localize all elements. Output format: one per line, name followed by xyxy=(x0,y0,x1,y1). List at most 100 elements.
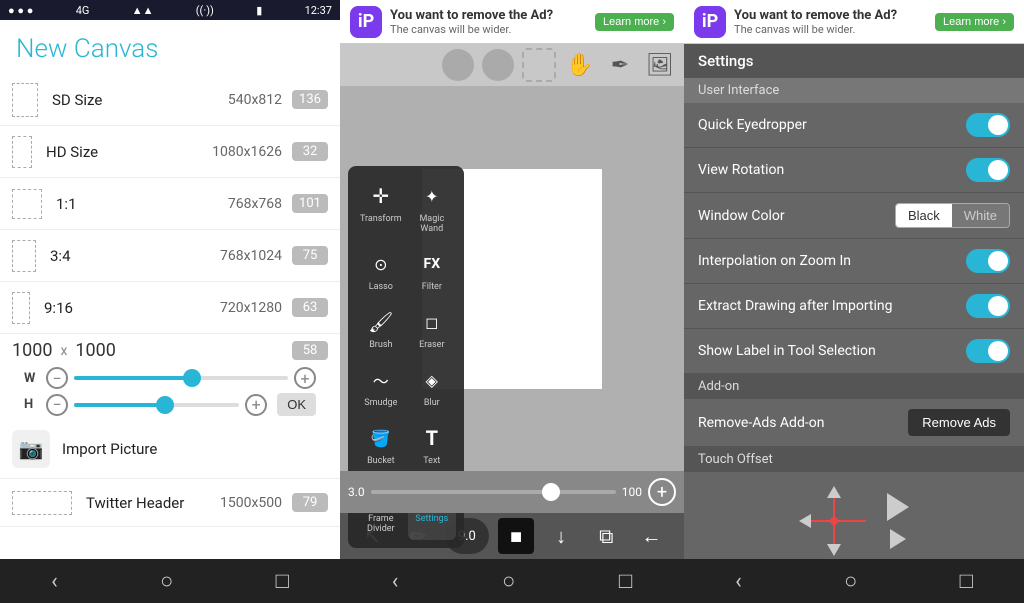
zoom-label: 3.0 xyxy=(348,485,365,499)
window-color-white-button[interactable]: White xyxy=(952,204,1009,227)
extract-drawing-toggle[interactable] xyxy=(966,294,1010,318)
magic-wand-tool[interactable]: ✦ Magic Wand xyxy=(408,174,456,240)
touch-offset-control[interactable] xyxy=(684,472,1024,559)
pen-tool-icon[interactable]: ✒ xyxy=(604,49,636,81)
home-button[interactable]: ○ xyxy=(144,564,189,598)
bucket-icon: 🪣 xyxy=(365,422,397,454)
width-increase-button[interactable]: + xyxy=(294,367,316,389)
canvas-size-list[interactable]: SD Size 540x812 136 HD Size 1080x1626 32… xyxy=(0,74,340,559)
canvas-drawing-area[interactable]: ✛ Transform ✦ Magic Wand ⊙ Lasso FX Filt… xyxy=(340,86,684,471)
height-increase-button[interactable]: + xyxy=(245,394,267,416)
import-label: Import Picture xyxy=(62,440,157,458)
up-arrow-icon xyxy=(827,486,841,498)
view-rotation-toggle[interactable] xyxy=(966,158,1010,182)
canvas-panel: iP You want to remove the Ad? The canvas… xyxy=(340,0,684,603)
magic-wand-label: Magic Wand xyxy=(412,214,452,234)
selection-icon[interactable] xyxy=(522,48,556,82)
ad-app-icon: iP xyxy=(350,6,382,38)
download-button[interactable]: ↓ xyxy=(543,518,579,554)
twitter-label: Twitter Header xyxy=(86,494,220,512)
magic-wand-icon: ✦ xyxy=(416,180,448,212)
list-item[interactable]: 3:4 768x1024 75 xyxy=(0,230,340,282)
back-button-2[interactable]: ‹ xyxy=(376,565,415,598)
extract-drawing-row: Extract Drawing after Importing xyxy=(684,284,1024,329)
undo-button[interactable] xyxy=(442,49,474,81)
back-button[interactable]: ‹ xyxy=(35,565,74,598)
size-badge: 136 xyxy=(292,90,328,109)
list-item[interactable]: HD Size 1080x1626 32 xyxy=(0,126,340,178)
list-item[interactable]: 1:1 768x768 101 xyxy=(0,178,340,230)
text-tool[interactable]: T Text xyxy=(408,416,456,472)
recent-apps-button[interactable]: □ xyxy=(260,564,305,598)
navigation-bar-2: ‹ ○ □ xyxy=(340,559,684,603)
remove-ads-button[interactable]: Remove Ads xyxy=(908,409,1010,436)
window-color-row: Window Color Black White xyxy=(684,193,1024,239)
blur-tool[interactable]: ◈ Blur xyxy=(408,358,456,414)
size-badge: 101 xyxy=(292,194,328,213)
recent-apps-button-3[interactable]: □ xyxy=(944,564,989,598)
status-bar: ● ● ● 4G ▲▲ ((·)) ▮ 12:37 xyxy=(0,0,340,20)
back-button-3[interactable]: ‹ xyxy=(719,565,758,598)
filter-tool[interactable]: FX Filter xyxy=(408,242,456,298)
crosshair-dot xyxy=(830,517,838,525)
height-decrease-button[interactable]: − xyxy=(46,394,68,416)
interpolation-toggle[interactable] xyxy=(966,249,1010,273)
hand-tool-icon[interactable]: ✋ xyxy=(564,49,596,81)
home-button-2[interactable]: ○ xyxy=(486,564,531,598)
list-item[interactable]: 9:16 720x1280 63 xyxy=(0,282,340,334)
right-arrow-small-icon xyxy=(890,529,906,549)
size-dimensions: 540x812 xyxy=(228,92,282,108)
size-badge: 32 xyxy=(292,142,328,161)
learn-more-button-3[interactable]: Learn more › xyxy=(935,13,1014,31)
smudge-icon: 〜 xyxy=(365,364,397,396)
window-color-selector[interactable]: Black White xyxy=(895,203,1010,228)
right-arrow-large-icon xyxy=(887,493,909,521)
size-dimensions: 1080x1626 xyxy=(212,144,282,160)
smudge-tool[interactable]: 〜 Smudge xyxy=(356,358,406,414)
twitter-header-item[interactable]: Twitter Header 1500x500 79 xyxy=(0,479,340,527)
quick-eyedropper-row: Quick Eyedropper xyxy=(684,103,1024,148)
transform-tool[interactable]: ✛ Transform xyxy=(356,174,406,240)
eraser-tool[interactable]: ◻ Eraser xyxy=(408,300,456,356)
home-button-3[interactable]: ○ xyxy=(828,564,873,598)
size-label: 9:16 xyxy=(44,299,220,317)
navigation-bar: ‹ ○ □ xyxy=(0,559,340,603)
canvas-thumbnail xyxy=(12,240,36,272)
zoom-in-button[interactable]: + xyxy=(648,478,676,506)
remove-ads-label: Remove-Ads Add-on xyxy=(698,415,908,431)
color-swatch[interactable]: ■ xyxy=(498,518,534,554)
width-decrease-button[interactable]: − xyxy=(46,367,68,389)
ad-text-3: You want to remove the Ad? The canvas wi… xyxy=(734,8,927,36)
left-arrow-icon xyxy=(799,514,811,528)
ad-banner: iP You want to remove the Ad? The canvas… xyxy=(340,0,684,44)
size-dimensions: 768x1024 xyxy=(220,248,282,264)
learn-more-button[interactable]: Learn more › xyxy=(595,13,674,31)
size-label: HD Size xyxy=(46,143,212,161)
zoom-slider-bar: 3.0 100 + xyxy=(340,471,684,513)
layers-button[interactable]: ⧉ xyxy=(588,518,624,554)
settings-title: Settings xyxy=(684,44,1024,78)
height-slider[interactable] xyxy=(74,403,239,407)
window-color-black-button[interactable]: Black xyxy=(896,204,952,227)
bucket-tool[interactable]: 🪣 Bucket xyxy=(356,416,406,472)
ok-button[interactable]: OK xyxy=(277,393,316,416)
text-label: Text xyxy=(423,456,440,466)
width-slider[interactable] xyxy=(74,376,288,380)
back-arrow-button[interactable]: ← xyxy=(633,518,669,554)
eraser-label: Eraser xyxy=(419,340,444,350)
brush-tool[interactable]: 🖌 Brush xyxy=(356,300,406,356)
network-indicator: 4G xyxy=(76,4,90,17)
image-icon[interactable]: 🖼 xyxy=(644,49,676,81)
show-label-toggle[interactable] xyxy=(966,339,1010,363)
list-item[interactable]: SD Size 540x812 136 xyxy=(0,74,340,126)
zoom-slider[interactable] xyxy=(371,490,616,494)
redo-button[interactable] xyxy=(482,49,514,81)
recent-apps-button-2[interactable]: □ xyxy=(603,564,648,598)
bucket-label: Bucket xyxy=(367,456,394,466)
lasso-tool[interactable]: ⊙ Lasso xyxy=(356,242,406,298)
quick-eyedropper-toggle[interactable] xyxy=(966,113,1010,137)
import-picture-item[interactable]: 📷 Import Picture xyxy=(0,420,340,479)
blur-label: Blur xyxy=(424,398,440,408)
view-rotation-label: View Rotation xyxy=(698,162,966,178)
battery-icon: ▮ xyxy=(256,4,262,17)
